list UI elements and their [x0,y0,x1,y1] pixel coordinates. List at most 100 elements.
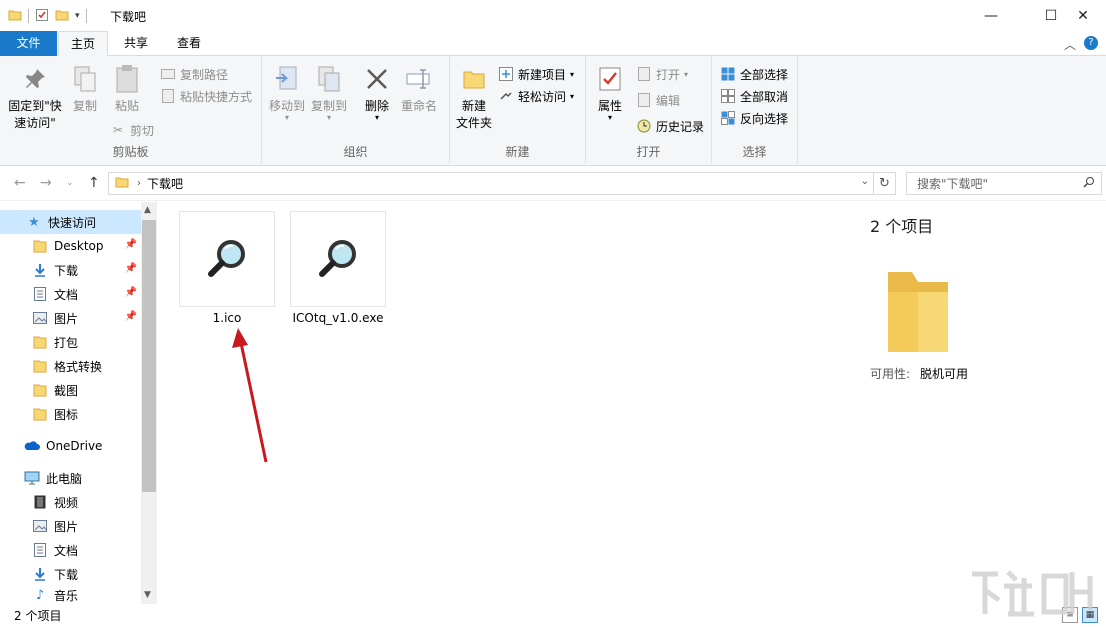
new-folder-icon[interactable] [55,8,69,25]
nav-item-downloads[interactable]: 下载 📌 [0,258,141,282]
ribbon-tabs: 文件 主页 共享 查看 [0,31,1106,57]
select-all-button[interactable]: 全部选择 [720,64,788,84]
refresh-button[interactable]: ↻ [874,172,896,195]
new-group-label: 新建 [505,145,530,159]
computer-icon [24,470,40,486]
rename-button[interactable]: 重命名 [396,64,442,115]
forward-arrow-icon[interactable]: → [40,175,52,191]
easy-access-button[interactable]: 轻松访问 ▾ [498,86,574,106]
star-icon: ★ [28,214,40,230]
help-icon[interactable]: ? [1084,36,1098,50]
scissors-icon: ✂ [112,123,124,137]
address-dropdown-icon[interactable]: ⌄ [861,176,869,187]
invert-selection-icon [720,110,736,126]
nav-item-folder[interactable]: 截图 [0,378,141,402]
properties-icon[interactable] [35,8,49,25]
paste-button[interactable]: 粘贴 [106,64,148,115]
pin-quick-access-button[interactable]: 固定到"快 速访问" [4,64,66,132]
tab-share[interactable]: 共享 [112,31,160,56]
edit-button[interactable]: 编辑 [636,90,680,110]
new-item-icon [498,66,514,82]
nav-item-folder[interactable]: 图标 [0,402,141,426]
breadcrumb-segment[interactable]: 下载吧 [147,175,183,192]
copy-icon [69,64,101,94]
customize-qat-icon[interactable]: ▾ [75,11,80,21]
new-folder-button[interactable]: 新建 文件夹 [452,64,496,132]
nav-item-downloads[interactable]: 下载 [0,562,141,586]
up-arrow-icon[interactable]: ↑ [88,175,100,191]
pin-icon: 📌 [124,311,137,322]
history-icon [636,118,652,134]
nav-item-documents[interactable]: 文档 📌 [0,282,141,306]
nav-item-folder[interactable]: 打包 [0,330,141,354]
nav-item-quick-access[interactable]: ★ 快速访问 [0,210,141,234]
nav-item-onedrive[interactable]: OneDrive [0,434,141,458]
title-bar: ▾ 下载吧 — ☐ ✕ [0,0,1106,31]
move-to-button[interactable]: 移动到 ▾ [266,64,308,122]
folder-icon [882,268,952,359]
status-text: 2 个项目 [14,609,62,623]
tab-file[interactable]: 文件 [0,31,57,56]
nav-item-videos[interactable]: 视频 [0,490,141,514]
select-none-button[interactable]: 全部取消 [720,86,788,106]
properties-button[interactable]: 属性 ▾ [592,64,628,122]
cut-button[interactable]: ✂ 剪切 [110,120,154,140]
close-button[interactable]: ✕ [1060,0,1106,31]
minimize-button[interactable]: — [968,0,1014,31]
folder-icon [8,8,22,25]
paste-icon [111,64,143,94]
item-count: 2 个项目 [870,217,934,236]
nav-scrollbar[interactable]: ▲ ▼ [141,202,157,604]
download-arrow-icon [32,262,48,278]
scroll-down-icon[interactable]: ▼ [144,590,151,600]
video-icon [32,494,48,510]
nav-item-this-pc[interactable]: 此电脑 [0,466,141,490]
tab-view[interactable]: 查看 [164,31,214,56]
new-item-button[interactable]: 新建项目 ▾ [498,64,574,84]
document-icon [32,542,48,558]
document-icon [32,286,48,302]
folder-icon [32,358,48,374]
folder-icon [115,175,129,192]
search-input[interactable]: 搜索"下载吧" [906,172,1102,195]
open-button[interactable]: 打开 ▾ [636,64,688,84]
nav-item-documents[interactable]: 文档 [0,538,141,562]
easy-access-icon [498,88,514,104]
nav-item-music[interactable]: ♪ 音乐 [0,586,141,604]
rename-icon [403,64,435,94]
large-icons-view-icon[interactable]: ▦ [1082,607,1098,623]
open-icon [636,66,652,82]
chevron-up-icon[interactable]: ︿ [1064,36,1076,53]
availability-value: 脱机可用 [920,367,969,381]
tab-home[interactable]: 主页 [58,31,108,57]
back-arrow-icon[interactable]: ← [14,175,26,191]
recent-locations-icon[interactable]: ⌄ [66,178,74,188]
copy-button[interactable]: 复制 [66,64,104,115]
scrollbar-thumb[interactable] [142,220,156,492]
folder-icon [32,238,48,254]
invert-selection-button[interactable]: 反向选择 [720,108,788,128]
address-bar[interactable]: › 下载吧 ⌄ [108,172,874,195]
nav-item-desktop[interactable]: Desktop 📌 [0,234,141,258]
nav-item-pictures[interactable]: 图片 [0,514,141,538]
delete-button[interactable]: 删除 ▾ [360,64,394,122]
copy-path-button[interactable]: 复制路径 [160,64,228,84]
new-group: 新建 文件夹 新建项目 ▾ 轻松访问 ▾ 新建 [450,56,586,164]
copy-to-button[interactable]: 复制到 ▾ [308,64,350,122]
navigation-pane: ★ 快速访问 Desktop 📌 下载 📌 文档 📌 图片 📌 打包 格式转换 … [0,202,157,604]
select-none-icon [720,88,736,104]
copy-path-icon [160,66,176,82]
breadcrumb-chevron-icon[interactable]: › [137,178,141,189]
scroll-up-icon[interactable]: ▲ [144,205,151,215]
window-title: 下载吧 [110,10,147,24]
paste-shortcut-button[interactable]: 粘贴快捷方式 [160,86,252,106]
picture-icon [32,310,48,326]
folder-icon [32,382,48,398]
details-view-icon[interactable]: ≡ [1062,607,1078,623]
pin-icon: 📌 [124,287,137,298]
history-button[interactable]: 历史记录 [636,116,704,136]
nav-item-folder[interactable]: 格式转换 [0,354,141,378]
organize-group: 移动到 ▾ 复制到 ▾ 删除 ▾ 重命名 组织 [262,56,450,164]
new-folder-icon [458,64,490,94]
nav-item-pictures[interactable]: 图片 📌 [0,306,141,330]
